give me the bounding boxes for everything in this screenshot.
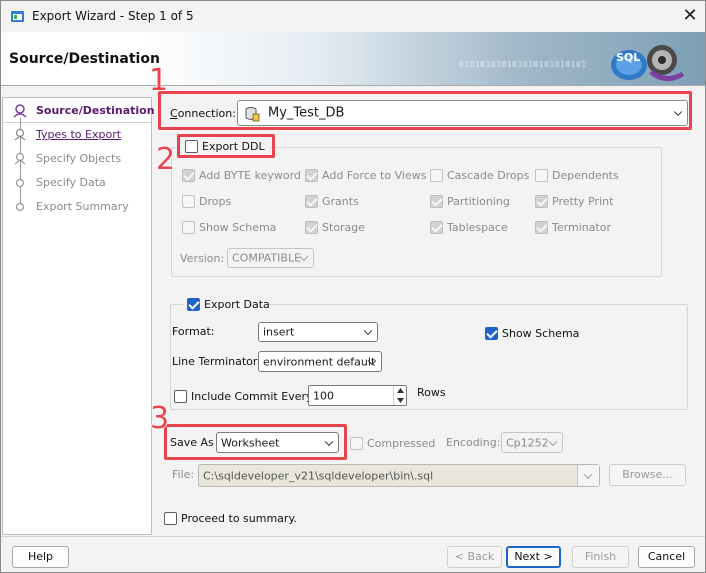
current-step-icon	[13, 104, 27, 118]
include-commit-label: Include Commit Every	[191, 390, 313, 403]
next-button[interactable]: Next >	[506, 546, 561, 568]
compressed-checkbox	[350, 437, 363, 450]
annotation-box-export-ddl	[177, 134, 275, 158]
storage-label: Storage	[322, 221, 366, 234]
format-value: insert	[263, 325, 295, 339]
banner-binary-decoration: 010101010101010101010101	[459, 60, 587, 69]
tablespace-checkbox	[430, 221, 443, 234]
encoding-label: Encoding:	[446, 436, 501, 449]
stepper-down-icon[interactable]	[397, 398, 404, 403]
wizard-steps-sidebar: Source/Destination Types to Export Speci…	[2, 97, 155, 535]
show-schema-checkbox[interactable]	[485, 327, 498, 340]
finish-button: Finish	[572, 546, 629, 568]
annotation-box-connection	[158, 91, 692, 130]
file-path-field: C:\sqldeveloper_v21\sqldeveloper\bin\.sq…	[198, 464, 600, 487]
proceed-to-summary-checkbox[interactable]	[164, 512, 177, 525]
footer-divider	[1, 536, 705, 537]
cascade-drops-label: Cascade Drops	[447, 169, 530, 182]
step-source-destination[interactable]: Source/Destination	[36, 104, 155, 117]
stepper-up-icon[interactable]	[397, 388, 404, 393]
step-node-icon	[14, 152, 26, 165]
pretty-print-label: Pretty Print	[552, 195, 614, 208]
step-node-icon	[15, 202, 25, 212]
compressed-label: Compressed	[367, 437, 436, 450]
partitioning-checkbox	[430, 195, 443, 208]
line-terminator-select[interactable]: environment default	[258, 351, 382, 372]
version-value: COMPATIBLE	[232, 251, 302, 265]
commit-rows-stepper[interactable]: 100	[308, 385, 407, 406]
drops-checkbox	[182, 195, 195, 208]
svg-text:SQL: SQL	[616, 51, 640, 64]
annotation-number-1: 1	[148, 63, 169, 98]
rows-label: Rows	[417, 386, 446, 399]
export-data-checkbox[interactable]	[187, 298, 200, 311]
version-select: COMPATIBLE	[227, 248, 314, 268]
back-button: < Back	[447, 546, 502, 568]
ddl-show-schema-checkbox	[182, 221, 195, 234]
wizard-banner: Source/Destination 010101010101010101010…	[1, 32, 705, 86]
annotation-box-save-as	[164, 424, 347, 460]
commit-rows-value: 100	[313, 389, 334, 402]
step-specify-data: Specify Data	[36, 176, 106, 189]
step-types-to-export[interactable]: Types to Export	[36, 128, 121, 141]
stepper-buttons[interactable]	[393, 386, 406, 405]
line-terminator-label: Line Terminator:	[172, 355, 261, 368]
version-label: Version:	[180, 252, 225, 265]
storage-checkbox	[305, 221, 318, 234]
file-path-value: C:\sqldeveloper_v21\sqldeveloper\bin\.sq…	[203, 469, 434, 482]
dependents-checkbox	[535, 169, 548, 182]
cancel-button[interactable]: Cancel	[638, 546, 695, 568]
step-node-icon	[15, 178, 25, 188]
export-data-label: Export Data	[204, 298, 270, 311]
annotation-number-3: 3	[149, 401, 170, 436]
step-specify-objects: Specify Objects	[36, 152, 122, 165]
add-force-to-views-label: Add Force to Views	[322, 169, 427, 182]
title-bar: Export Wizard - Step 1 of 5 ✕	[1, 1, 705, 32]
encoding-select: Cp1252	[501, 432, 563, 453]
grants-checkbox	[305, 195, 318, 208]
add-byte-keyword-label: Add BYTE keyword	[199, 169, 301, 182]
step-export-summary: Export Summary	[36, 200, 129, 213]
pretty-print-checkbox	[535, 195, 548, 208]
tablespace-label: Tablespace	[447, 221, 508, 234]
ddl-show-schema-label: Show Schema	[199, 221, 277, 234]
page-title: Source/Destination	[9, 51, 160, 67]
file-label: File:	[172, 468, 195, 481]
annotation-number-2: 2	[155, 142, 176, 177]
add-force-to-views-checkbox	[305, 169, 318, 182]
chevron-down-icon	[363, 326, 373, 336]
export-wizard-window: Export Wizard - Step 1 of 5 ✕ Source/Des…	[0, 0, 706, 573]
format-label: Format:	[172, 325, 215, 338]
encoding-value: Cp1252	[506, 436, 549, 449]
terminator-checkbox	[535, 221, 548, 234]
close-icon[interactable]: ✕	[679, 5, 701, 27]
partitioning-label: Partitioning	[447, 195, 510, 208]
wizard-app-icon	[11, 11, 24, 22]
show-schema-label: Show Schema	[502, 327, 580, 340]
file-dropdown-button	[577, 465, 599, 486]
include-commit-checkbox[interactable]	[174, 390, 187, 403]
sql-database-logo-icon: SQL	[611, 45, 685, 81]
drops-label: Drops	[199, 195, 232, 208]
chevron-down-icon	[548, 437, 558, 446]
grants-label: Grants	[322, 195, 359, 208]
window-title: Export Wizard - Step 1 of 5	[32, 9, 194, 23]
help-button[interactable]: Help	[12, 546, 69, 568]
cascade-drops-checkbox	[430, 169, 443, 182]
proceed-to-summary-label: Proceed to summary.	[181, 512, 297, 525]
chevron-down-icon	[583, 470, 593, 479]
browse-button: Browse...	[609, 464, 686, 486]
line-terminator-value: environment default	[263, 355, 376, 368]
format-select[interactable]: insert	[258, 322, 378, 342]
add-byte-keyword-checkbox	[182, 169, 195, 182]
dependents-label: Dependents	[552, 169, 619, 182]
step-node-icon	[14, 128, 26, 141]
terminator-label: Terminator	[552, 221, 611, 234]
